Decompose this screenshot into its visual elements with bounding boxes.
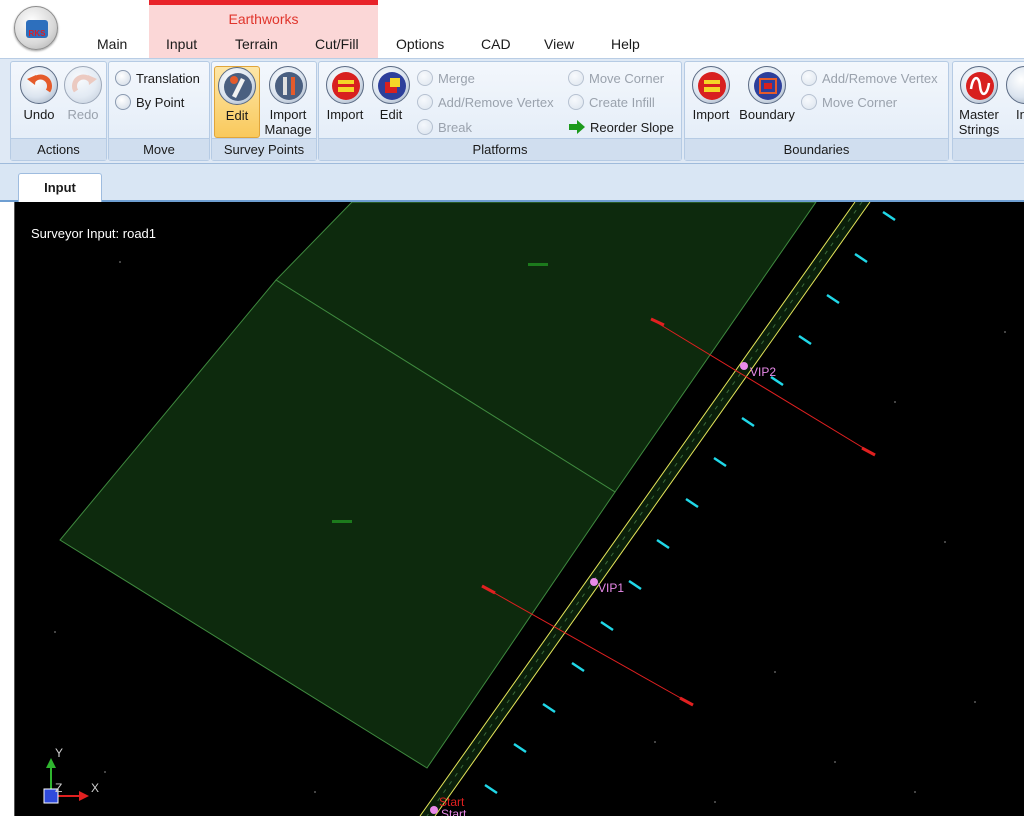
group-label-platforms: Platforms: [319, 138, 681, 160]
platform-marker-2: [332, 520, 352, 523]
group-survey-points: Edit Import Manage Survey Points: [211, 61, 317, 161]
application-button[interactable]: RKS: [14, 6, 58, 50]
group-boundaries: Import Boundary Add/Remove Vertex Move C…: [684, 61, 949, 161]
redo-icon: [64, 66, 102, 104]
platform-edit-icon: [372, 66, 410, 104]
vip1-marker[interactable]: [590, 578, 598, 586]
survey-edit-button[interactable]: Edit: [214, 66, 260, 138]
create-infill-icon: [568, 94, 584, 110]
menu-strip: RKS Earthworks Main Input Terrain Cut/Fi…: [0, 0, 1024, 58]
platform-import-icon: [326, 66, 364, 104]
group-label-boundaries: Boundaries: [685, 138, 948, 160]
axis-y-label: Y: [55, 746, 63, 760]
context-group-label: Earthworks: [228, 11, 299, 27]
group-label-actions: Actions: [11, 138, 106, 160]
platform-move-corner-button[interactable]: Move Corner: [568, 68, 664, 90]
vip2-marker[interactable]: [740, 362, 748, 370]
boundary-button[interactable]: Boundary: [737, 66, 797, 138]
group-platforms: Import Edit Merge Add/Remove Vertex Brea…: [318, 61, 682, 161]
undo-icon: [20, 66, 58, 104]
boundary-icon: [748, 66, 786, 104]
start-label-2: Start: [441, 807, 467, 816]
add-remove-vertex-icon: [417, 94, 433, 110]
axis-gizmo-icon: [43, 758, 89, 804]
create-infill-button[interactable]: Create Infill: [568, 92, 655, 114]
group-label-move: Move: [109, 138, 209, 160]
tab-main[interactable]: Main: [97, 36, 127, 52]
app-window: RKS Earthworks Main Input Terrain Cut/Fi…: [0, 0, 1024, 816]
survey-import-manage-button[interactable]: Import Manage: [262, 66, 314, 138]
axis-x-label: X: [91, 781, 99, 795]
start-marker[interactable]: [430, 806, 438, 814]
master-strings-button[interactable]: Master Strings: [953, 66, 1005, 138]
boundary-move-corner-button[interactable]: Move Corner: [801, 92, 897, 114]
merge-button[interactable]: Merge: [417, 68, 475, 90]
boundary-move-corner-icon: [801, 94, 817, 110]
group-label-survey-points: Survey Points: [212, 138, 316, 160]
tab-view[interactable]: View: [544, 36, 574, 52]
app-logo-text: RKS: [28, 29, 46, 38]
group-strings: Master Strings Ind: [952, 61, 1024, 161]
viewport-drawing: VIP2 VIP1 Start Start Y Z X: [43, 202, 1006, 816]
ribbon: Undo Redo Actions Translation By Point M…: [0, 58, 1024, 164]
tab-cut-fill[interactable]: Cut/Fill: [315, 36, 359, 52]
group-label-strings: [953, 138, 1024, 160]
boundary-import-icon: [692, 66, 730, 104]
boundary-add-remove-vertex-icon: [801, 70, 817, 86]
group-move: Translation By Point Move: [108, 61, 210, 161]
boundary-import-button[interactable]: Import: [685, 66, 737, 138]
tab-cad[interactable]: CAD: [481, 36, 511, 52]
document-tab-bar: Input: [0, 164, 1024, 202]
move-corner-icon: [568, 70, 584, 86]
vip2-label: VIP2: [750, 365, 776, 379]
platform-edit-button[interactable]: Edit: [365, 66, 417, 138]
doc-tab-input[interactable]: Input: [18, 173, 102, 202]
boundary-add-remove-vertex-button[interactable]: Add/Remove Vertex: [801, 68, 938, 90]
platform-polygons[interactable]: [59, 202, 817, 769]
ind-button[interactable]: Ind: [1005, 66, 1024, 138]
master-strings-icon: [960, 66, 998, 104]
by-point-button[interactable]: By Point: [115, 92, 184, 114]
green-arrow-icon: [569, 120, 585, 134]
redo-button[interactable]: Redo: [57, 66, 109, 138]
viewport-caption: Surveyor Input: road1: [31, 226, 157, 241]
platform-marker-1: [528, 263, 548, 266]
survey-edit-icon: [218, 67, 256, 105]
break-icon: [417, 119, 433, 135]
vip1-label: VIP1: [598, 581, 624, 595]
ind-icon: [1006, 66, 1024, 104]
cad-viewport[interactable]: VIP2 VIP1 Start Start Y Z X Surveyor Inp…: [14, 202, 1024, 816]
group-actions: Undo Redo Actions: [10, 61, 107, 161]
tab-input[interactable]: Input: [166, 36, 197, 52]
merge-icon: [417, 70, 433, 86]
platform-import-button[interactable]: Import: [319, 66, 371, 138]
reorder-slope-button[interactable]: Reorder Slope: [568, 117, 674, 139]
translation-icon: [115, 70, 131, 86]
tab-terrain[interactable]: Terrain: [235, 36, 278, 52]
break-button[interactable]: Break: [417, 117, 472, 139]
tab-help[interactable]: Help: [611, 36, 640, 52]
by-point-icon: [115, 94, 131, 110]
axis-z-label: Z: [55, 781, 62, 795]
import-manage-icon: [269, 66, 307, 104]
tab-options[interactable]: Options: [396, 36, 444, 52]
platform-add-remove-vertex-button[interactable]: Add/Remove Vertex: [417, 92, 554, 114]
translation-button[interactable]: Translation: [115, 68, 200, 90]
